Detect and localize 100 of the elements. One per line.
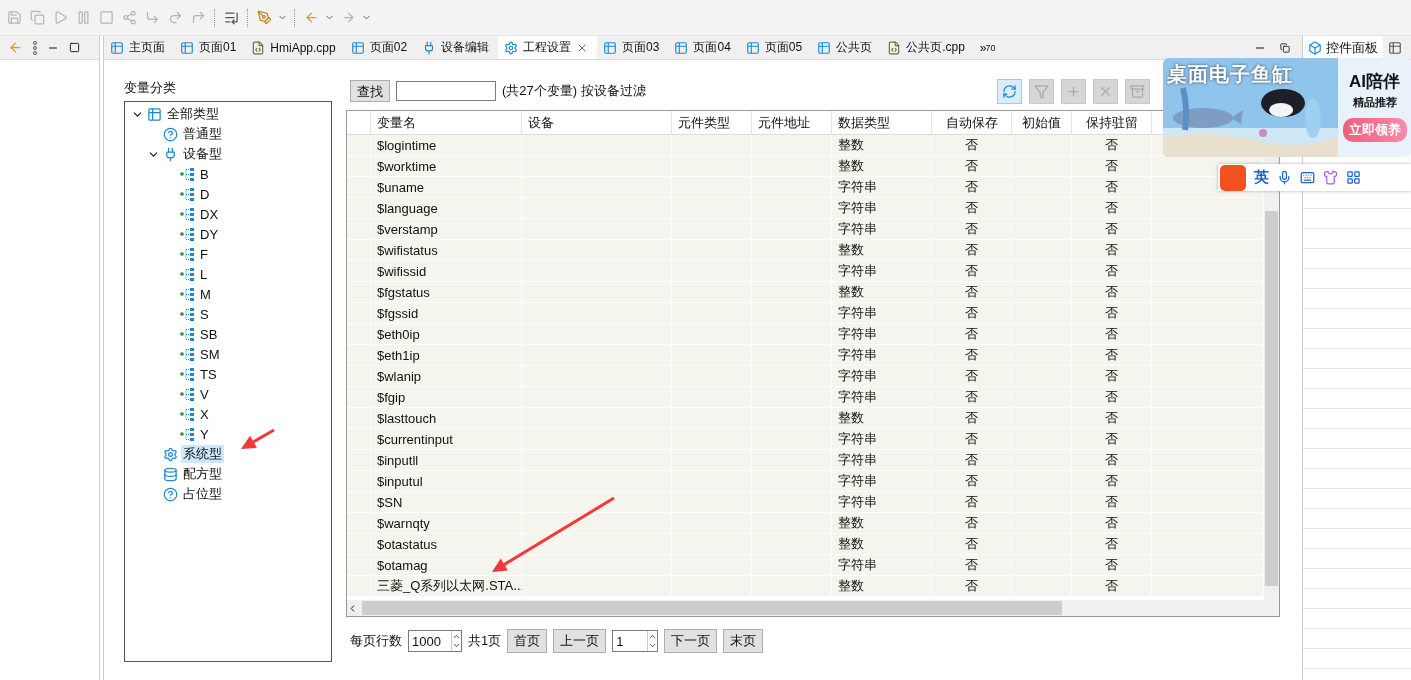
table-cell: 字符串 <box>832 429 932 450</box>
restore-icon[interactable] <box>1280 42 1290 53</box>
ime-logo-icon[interactable] <box>1220 164 1246 191</box>
register-icon <box>179 187 195 201</box>
first-page-button[interactable]: 首页 <box>507 629 548 653</box>
toolbox-icon[interactable] <box>1346 170 1361 185</box>
table-cell: $otamag <box>371 555 522 576</box>
file-icon <box>887 40 902 55</box>
editor-tab[interactable]: 公共页.cpp <box>881 36 974 59</box>
row-header <box>347 177 371 198</box>
register-icon <box>179 227 195 241</box>
tree-item[interactable]: 全部类型 <box>165 105 221 123</box>
tree-item[interactable]: V <box>198 386 211 402</box>
editor-tab[interactable]: 工程设置 <box>498 36 598 59</box>
page-icon <box>745 40 760 55</box>
refresh-icon <box>1002 83 1017 99</box>
table-cell: $uname <box>371 177 522 198</box>
register-icon <box>179 427 195 441</box>
table-cell: 否 <box>1072 198 1152 219</box>
popup-ad[interactable]: 桌面电子鱼缸 AI陪伴 精品推荐 立即领养 <box>1163 58 1411 157</box>
tree-item[interactable]: DY <box>198 226 221 242</box>
table-cell: 否 <box>932 534 1012 555</box>
row-header <box>347 471 371 492</box>
tree-item[interactable]: B <box>198 166 211 182</box>
file-icon <box>251 40 266 55</box>
tree-item[interactable]: 系统型 <box>181 445 224 463</box>
search-field[interactable] <box>396 81 496 101</box>
spin-down-icon[interactable] <box>648 641 658 650</box>
page-icon <box>110 40 124 55</box>
table-cell: $inputul <box>371 471 522 492</box>
microphone-icon[interactable] <box>1277 170 1292 185</box>
editor-tab[interactable]: 主页面 <box>104 36 174 59</box>
table-cell: 否 <box>932 282 1012 303</box>
rows-per-page-field[interactable]: 1000 <box>408 630 462 652</box>
next-page-button[interactable]: 下一页 <box>664 629 718 653</box>
page-field[interactable]: 1 <box>612 630 659 652</box>
editor-tab[interactable]: HmiApp.cpp <box>245 36 345 59</box>
input-mode-toggle[interactable]: 英 <box>1254 168 1269 187</box>
panel-tab[interactable]: 控件面板 <box>1303 36 1383 59</box>
pause-icon <box>75 10 91 25</box>
tree-item[interactable]: DX <box>198 206 221 222</box>
table-cell: $fgip <box>371 387 522 408</box>
table-cell: 否 <box>1072 261 1152 282</box>
skin-icon[interactable] <box>1323 170 1338 185</box>
tree-item[interactable]: SB <box>198 326 220 342</box>
editor-tab[interactable]: 页面03 <box>597 36 669 59</box>
editor-tab[interactable]: 页面01 <box>174 36 246 59</box>
save-all-icon <box>29 10 45 25</box>
editor-tab[interactable]: 页面02 <box>344 36 417 59</box>
tree-item[interactable]: 占位型 <box>181 485 224 503</box>
editor-tab[interactable]: 设备编辑 <box>416 36 499 59</box>
sync-icon[interactable] <box>8 40 23 55</box>
table-cell: $eth0ip <box>371 324 522 345</box>
editor-tab[interactable]: 页面05 <box>739 36 812 59</box>
spin-down-icon[interactable] <box>452 641 461 650</box>
tree-item[interactable]: 配方型 <box>181 465 224 483</box>
table-cell: 否 <box>1072 450 1152 471</box>
tree-item[interactable]: S <box>198 306 211 322</box>
table-cell: 否 <box>932 324 1012 345</box>
spin-up-icon[interactable] <box>452 632 461 641</box>
previous-page-button[interactable]: 上一页 <box>553 629 607 653</box>
last-page-button[interactable]: 末页 <box>723 629 764 653</box>
horizontal-scrollbar[interactable] <box>347 600 1279 616</box>
table-cell: 否 <box>932 303 1012 324</box>
table-cell: 否 <box>932 345 1012 366</box>
tree-item[interactable]: F <box>198 246 210 262</box>
editor-tab[interactable]: 公共页 <box>811 36 882 59</box>
maximize-icon[interactable] <box>69 42 80 53</box>
refresh-button[interactable] <box>997 78 1022 104</box>
editor-tab[interactable]: 页面04 <box>668 36 740 59</box>
table-cell: 整数 <box>832 135 932 156</box>
tree-item[interactable]: M <box>198 286 213 302</box>
tree-item[interactable]: TS <box>198 366 219 382</box>
annotation-arrow <box>238 428 276 452</box>
search-button[interactable]: 查找 <box>350 80 390 102</box>
table-cell: 字符串 <box>832 450 932 471</box>
register-icon <box>179 207 195 221</box>
tree-item[interactable]: Y <box>198 426 211 442</box>
page-icon <box>350 40 365 55</box>
table-cell: $wifissid <box>371 261 522 282</box>
spin-up-icon[interactable] <box>648 632 658 641</box>
table-cell: 否 <box>932 408 1012 429</box>
table-cell: 否 <box>932 156 1012 177</box>
tree-item[interactable]: 设备型 <box>181 145 224 163</box>
table-cell: 否 <box>1072 429 1152 450</box>
tree-item[interactable]: L <box>198 266 210 282</box>
connect-icon <box>121 10 137 25</box>
register-icon <box>179 367 195 381</box>
tree-item[interactable]: SM <box>198 346 222 362</box>
filter-add-icon <box>1034 83 1049 99</box>
page-icon <box>674 40 689 55</box>
tree-item[interactable]: X <box>198 406 211 422</box>
tree-item[interactable]: D <box>198 186 212 202</box>
table-cell: $fgstatus <box>371 282 522 303</box>
ad-title: 桌面电子鱼缸 <box>1167 62 1293 87</box>
table-cell: 否 <box>1072 303 1152 324</box>
more-icon[interactable] <box>33 40 37 55</box>
tree-item[interactable]: 普通型 <box>181 125 224 143</box>
keyboard-icon[interactable] <box>1300 170 1315 185</box>
table-cell: $SN <box>371 492 522 513</box>
